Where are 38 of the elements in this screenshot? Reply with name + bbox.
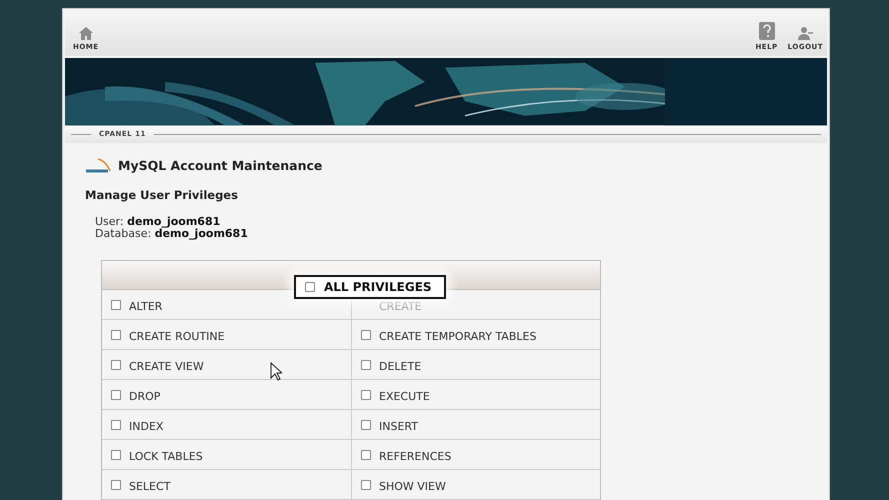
privilege-label: REFERENCES bbox=[379, 450, 452, 463]
checkbox[interactable] bbox=[111, 330, 121, 340]
privilege-label: SELECT bbox=[129, 480, 170, 493]
checkbox[interactable] bbox=[361, 330, 371, 340]
checkbox[interactable] bbox=[361, 390, 371, 400]
privilege-label: INDEX bbox=[129, 420, 164, 433]
checkbox[interactable] bbox=[111, 300, 121, 310]
checkbox[interactable] bbox=[111, 360, 121, 370]
mouse-pointer-icon bbox=[270, 362, 282, 381]
home-icon bbox=[78, 27, 93, 40]
checkbox[interactable] bbox=[361, 450, 371, 460]
privilege-label: DROP bbox=[129, 390, 160, 403]
privilege-label: CREATE bbox=[379, 300, 422, 313]
mysql-logo-icon bbox=[84, 157, 112, 174]
privilege-label: DELETE bbox=[379, 360, 422, 373]
checkbox[interactable] bbox=[305, 282, 315, 292]
checkbox[interactable] bbox=[111, 420, 121, 430]
callout-label: ALL PRIVILEGES bbox=[324, 280, 432, 294]
checkbox[interactable] bbox=[361, 420, 371, 430]
privilege-label: INSERT bbox=[379, 420, 418, 433]
privilege-label: ALTER bbox=[129, 300, 162, 313]
privilege-label: CREATE VIEW bbox=[129, 360, 204, 373]
database-line: Database: demo_joom681 bbox=[95, 228, 249, 240]
privilege-label: EXECUTE bbox=[379, 390, 430, 403]
page-title: MySQL Account Maintenance bbox=[118, 158, 322, 173]
checkbox[interactable] bbox=[111, 390, 121, 400]
checkbox[interactable] bbox=[111, 450, 121, 460]
privilege-label: CREATE TEMPORARY TABLES bbox=[379, 330, 536, 343]
checkbox[interactable] bbox=[361, 480, 371, 490]
checkbox[interactable] bbox=[361, 360, 371, 370]
help-icon bbox=[758, 22, 775, 40]
user-icon bbox=[797, 26, 814, 40]
section-title: Manage User Privileges bbox=[85, 188, 239, 202]
user-line: User: demo_joom681 bbox=[95, 216, 222, 228]
checkbox[interactable] bbox=[111, 480, 121, 490]
privilege-label: SHOW VIEW bbox=[379, 480, 446, 493]
privilege-label: LOCK TABLES bbox=[129, 450, 203, 463]
privilege-label: CREATE ROUTINE bbox=[129, 330, 225, 343]
